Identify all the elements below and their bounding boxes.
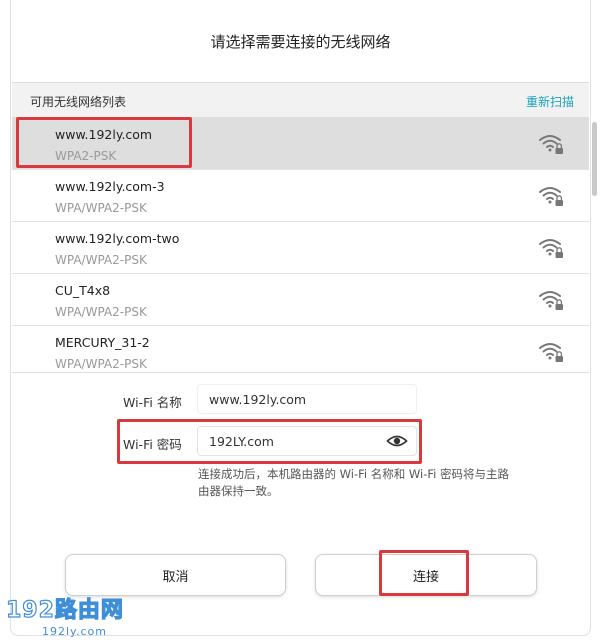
network-list-header: 可用无线网络列表 重新扫描 xyxy=(12,82,589,118)
network-item[interactable]: CU_T4x8 WPA/WPA2-PSK xyxy=(12,274,589,326)
watermark-main-text: 192路由网 xyxy=(6,597,124,623)
network-item[interactable]: www.192ly.com WPA2-PSK xyxy=(12,118,589,170)
wifi-name-value: www.192ly.com xyxy=(209,391,307,407)
rescan-link[interactable]: 重新扫描 xyxy=(526,93,574,110)
wifi-locked-icon xyxy=(539,135,563,154)
wifi-name-label: Wi-Fi 名称 xyxy=(123,395,182,410)
network-item[interactable]: MERCURY_31-2 WPA/WPA2-PSK xyxy=(12,326,589,372)
sync-hint-text: 连接成功后，本机路由器的 Wi-Fi 名称和 Wi-Fi 密码将与主路由器保持一… xyxy=(198,467,509,498)
watermark-sub-text: 192ly.com xyxy=(42,625,107,638)
wifi-password-label: Wi-Fi 密码 xyxy=(123,437,182,452)
network-list-scrollbar[interactable] xyxy=(592,122,597,196)
network-security: WPA/WPA2-PSK xyxy=(55,357,147,371)
network-item[interactable]: www.192ly.com-3 WPA/WPA2-PSK xyxy=(12,170,589,222)
network-name: www.192ly.com-two xyxy=(55,231,180,246)
site-watermark-logo: 192路由网 192ly.com xyxy=(5,596,124,638)
dialog-title: 请选择需要连接的无线网络 xyxy=(210,32,391,51)
wifi-locked-icon xyxy=(539,239,563,258)
network-name: www.192ly.com xyxy=(55,127,153,142)
wifi-password-field[interactable]: 192LY.com xyxy=(197,426,417,456)
wifi-locked-icon xyxy=(539,187,563,206)
wifi-locked-icon xyxy=(539,291,563,310)
eye-icon[interactable] xyxy=(386,433,408,449)
connect-button[interactable]: 连接 xyxy=(315,554,537,596)
network-item[interactable]: www.192ly.com-two WPA/WPA2-PSK xyxy=(12,222,589,274)
connect-button-label: 连接 xyxy=(412,569,439,585)
network-security: WPA2-PSK xyxy=(55,149,117,163)
network-list-label: 可用无线网络列表 xyxy=(30,95,127,109)
network-name: CU_T4x8 xyxy=(55,283,111,298)
cancel-button[interactable]: 取消 xyxy=(65,554,286,596)
network-name: MERCURY_31-2 xyxy=(55,335,150,350)
network-security: WPA/WPA2-PSK xyxy=(55,253,147,267)
network-name: www.192ly.com-3 xyxy=(55,179,165,194)
network-list: www.192ly.com WPA2-PSK www.192ly.com-3 W… xyxy=(12,118,589,373)
cancel-button-label: 取消 xyxy=(162,569,189,585)
network-security: WPA/WPA2-PSK xyxy=(55,305,147,319)
wifi-locked-icon xyxy=(539,343,563,362)
wifi-name-field: www.192ly.com xyxy=(197,384,417,414)
wifi-password-value: 192LY.com xyxy=(209,433,274,449)
network-security: WPA/WPA2-PSK xyxy=(55,201,147,215)
